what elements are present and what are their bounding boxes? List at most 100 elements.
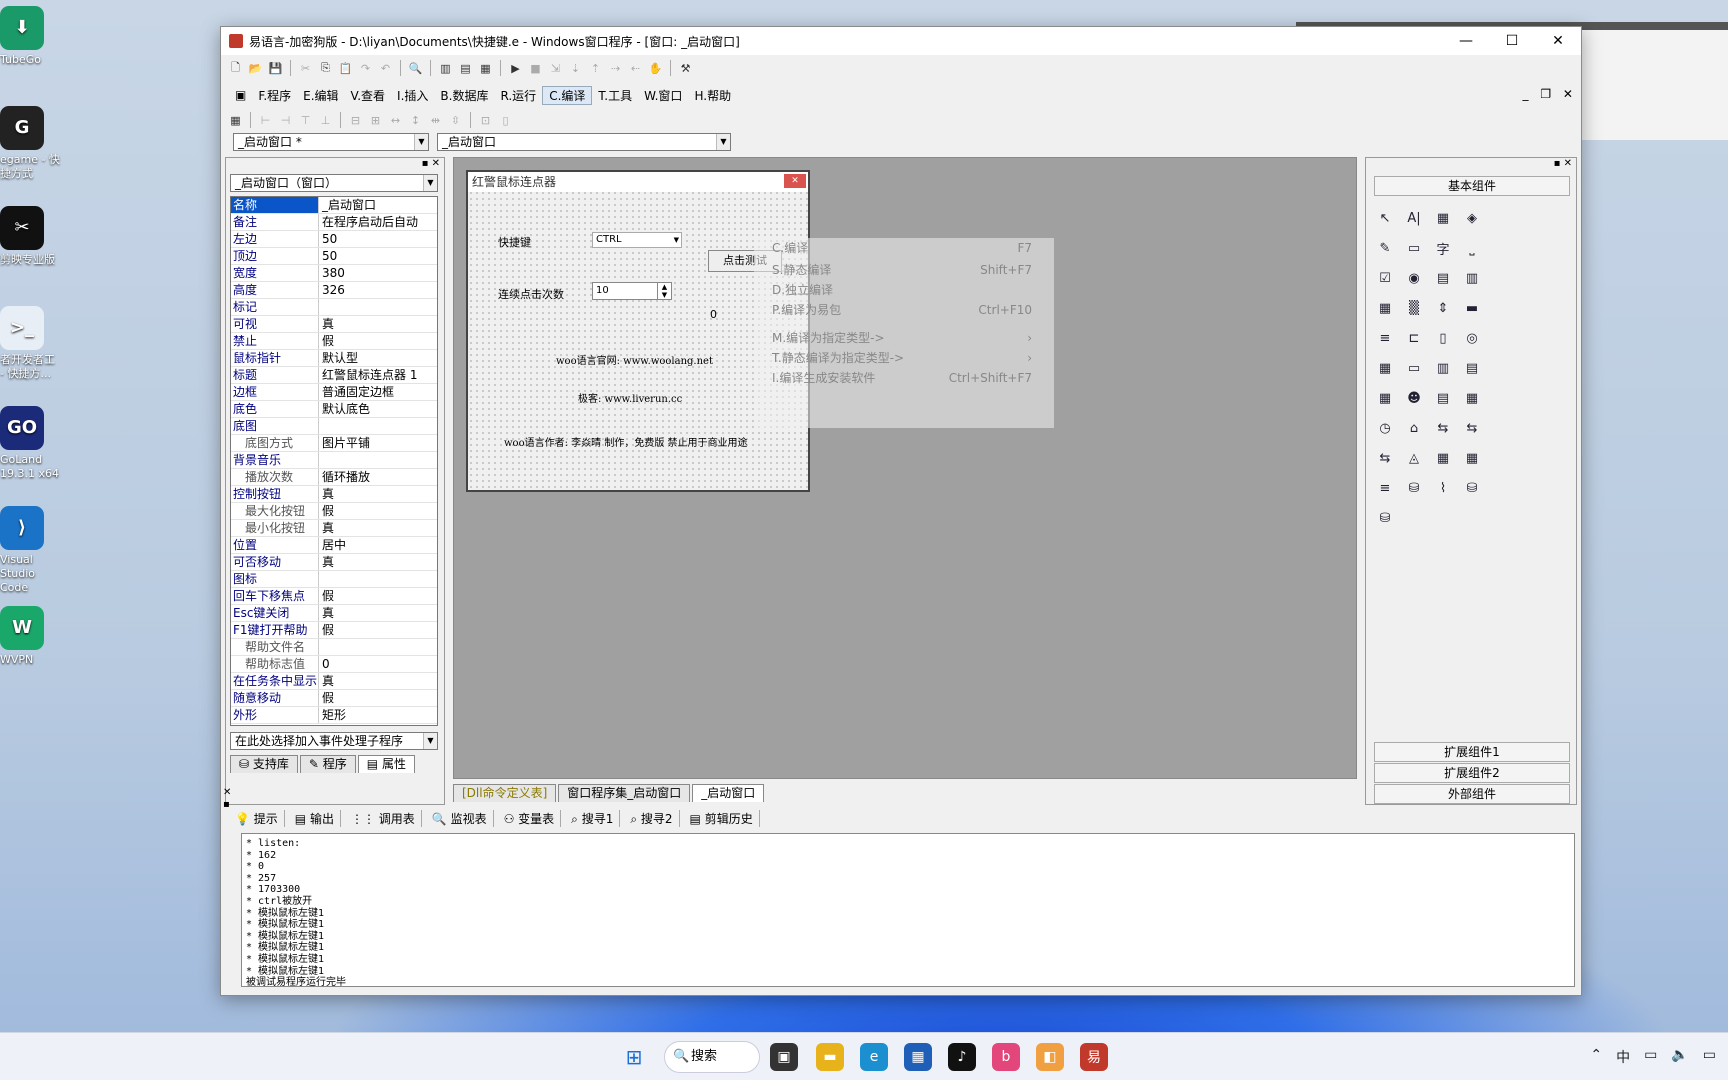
menu-view[interactable]: V.查看 bbox=[345, 87, 391, 104]
component-icon[interactable]: ▦ bbox=[1461, 448, 1483, 468]
edge-icon[interactable]: e bbox=[860, 1043, 888, 1071]
property-row[interactable]: 底图 bbox=[231, 418, 437, 435]
property-value[interactable] bbox=[319, 571, 437, 587]
component-icon[interactable]: ⛁ bbox=[1374, 508, 1396, 528]
property-value[interactable]: 326 bbox=[319, 282, 437, 298]
component-icon[interactable]: ▬ bbox=[1461, 298, 1483, 318]
property-value[interactable]: 假 bbox=[319, 690, 437, 706]
ime-indicator[interactable]: 中 bbox=[1616, 1047, 1630, 1067]
step-3-icon[interactable]: ⇡ bbox=[587, 60, 604, 77]
property-value[interactable]: 真 bbox=[319, 605, 437, 621]
menu-tools[interactable]: T.工具 bbox=[592, 87, 638, 104]
chevron-down-icon[interactable]: ▼ bbox=[414, 134, 428, 150]
property-value[interactable]: 真 bbox=[319, 486, 437, 502]
property-value[interactable]: 默认底色 bbox=[319, 401, 437, 417]
redo-icon[interactable]: ↷ bbox=[357, 60, 374, 77]
property-row[interactable]: Esc键关闭真 bbox=[231, 605, 437, 622]
close-button[interactable]: ✕ bbox=[1535, 27, 1581, 55]
property-row[interactable]: 帮助文件名 bbox=[231, 639, 437, 656]
component-icon[interactable]: ☻ bbox=[1403, 388, 1425, 408]
property-value[interactable]: 循环播放 bbox=[319, 469, 437, 485]
tab-window-assembly[interactable]: 窗口程序集_启动窗口 bbox=[558, 784, 691, 802]
step-5-icon[interactable]: ⇠ bbox=[627, 60, 644, 77]
copy-icon[interactable]: ⎘ bbox=[317, 60, 334, 77]
desktop-icon[interactable]: ✂ 剪映专业版 bbox=[0, 206, 60, 267]
property-row[interactable]: 标题 红警鼠标连点器 1 bbox=[231, 367, 437, 384]
file-explorer-icon[interactable]: ▬ bbox=[816, 1043, 844, 1071]
external-components[interactable]: 外部组件 bbox=[1374, 784, 1570, 804]
chevron-down-icon[interactable]: ▼ bbox=[423, 733, 437, 749]
property-row[interactable]: 备注 在程序启动后自动 bbox=[231, 214, 437, 231]
property-row[interactable]: 图标 bbox=[231, 571, 437, 588]
center-v-icon[interactable]: ⊞ bbox=[367, 112, 384, 129]
same-height-icon[interactable]: ↕ bbox=[407, 112, 424, 129]
component-icon[interactable]: ▦ bbox=[1374, 358, 1396, 378]
hand-icon[interactable]: ✋ bbox=[647, 60, 664, 77]
component-icon[interactable]: ≡ bbox=[1374, 478, 1396, 498]
find-icon[interactable]: 🔍 bbox=[407, 60, 424, 77]
hotkey-combo[interactable]: CTRL ▼ bbox=[592, 232, 682, 248]
lock-icon[interactable]: ▯ bbox=[497, 112, 514, 129]
output-log[interactable]: * listen: * 162 * 0 * 257 * 1703300 * ctrl被放开… bbox=[241, 833, 1575, 987]
component-icon[interactable]: ▤ bbox=[1432, 388, 1454, 408]
tab-variables[interactable]: ⚇ 变量表 bbox=[498, 809, 562, 827]
component-icon[interactable]: ◈ bbox=[1461, 208, 1483, 228]
form-designer[interactable]: 红警鼠标连点器 ✕ 快捷键 CTRL ▼ 点击测试 连续点击次数 10 ▲ ▼ 0 w… bbox=[453, 157, 1357, 779]
size-icon[interactable]: ⊡ bbox=[477, 112, 494, 129]
object-combo[interactable]: _启动窗口 * ▼ bbox=[233, 133, 429, 151]
step-1-icon[interactable]: ⇲ bbox=[547, 60, 564, 77]
component-icon[interactable]: ⊏ bbox=[1403, 328, 1425, 348]
property-row[interactable]: 底色 默认底色 bbox=[231, 401, 437, 418]
compile-menu-item[interactable]: D.独立编译 bbox=[754, 280, 1054, 300]
stop-icon[interactable]: ■ bbox=[527, 60, 544, 77]
property-row[interactable]: 高度 326 bbox=[231, 282, 437, 299]
battery-icon[interactable]: ▭ bbox=[1703, 1047, 1716, 1067]
chevron-down-icon[interactable]: ▼ bbox=[716, 134, 730, 150]
property-row[interactable]: 背景音乐 bbox=[231, 452, 437, 469]
component-icon[interactable]: ▦ bbox=[1432, 448, 1454, 468]
panel-object-combo[interactable]: _启动窗口（窗口） ▼ bbox=[230, 174, 438, 192]
property-row[interactable]: 名称 _启动窗口 bbox=[231, 197, 437, 214]
property-value[interactable]: 假 bbox=[319, 333, 437, 349]
component-icon[interactable]: ◉ bbox=[1403, 268, 1425, 288]
layout-1-icon[interactable]: ▥ bbox=[437, 60, 454, 77]
save-icon[interactable]: 💾 bbox=[267, 60, 284, 77]
chevron-down-icon[interactable]: ▼ bbox=[423, 175, 437, 191]
property-value[interactable]: 假 bbox=[319, 588, 437, 604]
desktop-icon[interactable]: >_ 者开发者工 - 快捷方... bbox=[0, 306, 60, 381]
tab-support-library[interactable]: ⛁ 支持库 bbox=[230, 755, 298, 773]
property-grid[interactable]: 名称 _启动窗口 备注 在程序启动后自动 左边 50 顶边 50 宽度 380 高度 326 标记 可视真… bbox=[230, 196, 438, 726]
property-row[interactable]: 播放次数 循环播放 bbox=[231, 469, 437, 486]
property-row[interactable]: 最大化按钮假 bbox=[231, 503, 437, 520]
component-icon[interactable]: ☑ bbox=[1374, 268, 1396, 288]
property-value[interactable]: 0 bbox=[319, 656, 437, 672]
align-top-icon[interactable]: ⊤ bbox=[297, 112, 314, 129]
desktop-icon[interactable]: W WVPN bbox=[0, 606, 60, 667]
property-row[interactable]: 左边 50 bbox=[231, 231, 437, 248]
property-row[interactable]: 禁止假 bbox=[231, 333, 437, 350]
minimize-button[interactable]: — bbox=[1443, 27, 1489, 55]
compile-menu-item[interactable]: P.编译为易包 Ctrl+F10 bbox=[754, 300, 1054, 320]
property-row[interactable]: 在任务条中显示真 bbox=[231, 673, 437, 690]
property-row[interactable]: 外形 矩形 bbox=[231, 707, 437, 724]
property-row[interactable]: 宽度 380 bbox=[231, 265, 437, 282]
property-row[interactable]: 回车下移焦点假 bbox=[231, 588, 437, 605]
tab-dll-table[interactable]: [Dll命令定义表] bbox=[453, 784, 557, 802]
component-icon[interactable]: ◷ bbox=[1374, 418, 1396, 438]
step-4-icon[interactable]: ⇢ bbox=[607, 60, 624, 77]
property-value[interactable]: 图片平铺 bbox=[319, 435, 437, 451]
taskbar-search[interactable]: 🔍 搜索 bbox=[664, 1041, 760, 1073]
component-icon[interactable]: ⌇ bbox=[1432, 478, 1454, 498]
component-icon[interactable]: ⇆ bbox=[1461, 418, 1483, 438]
menu-compile[interactable]: C.编译 bbox=[542, 85, 593, 105]
tab-clip-history[interactable]: ▤ 剪辑历史 bbox=[684, 809, 760, 827]
compile-menu-item[interactable]: M.编译为指定类型-> › bbox=[754, 328, 1054, 348]
property-value[interactable]: _启动窗口 bbox=[319, 197, 437, 213]
menu-database[interactable]: B.数据库 bbox=[434, 87, 494, 104]
layout-3-icon[interactable]: ▦ bbox=[477, 60, 494, 77]
component-icon[interactable]: ⛁ bbox=[1461, 478, 1483, 498]
component-icon[interactable]: ↖ bbox=[1374, 208, 1396, 228]
property-value[interactable]: 真 bbox=[319, 554, 437, 570]
menu-program[interactable]: F.程序 bbox=[252, 87, 297, 104]
property-row[interactable]: 随意移动假 bbox=[231, 690, 437, 707]
